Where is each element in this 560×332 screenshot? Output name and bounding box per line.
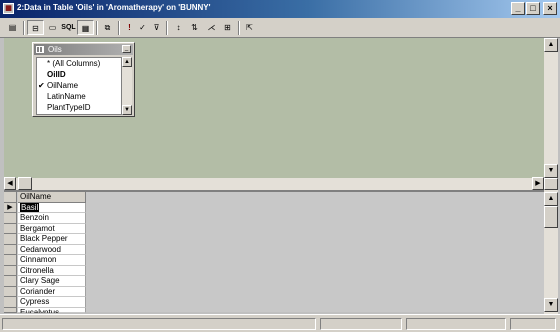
column-label: PlantTypeID <box>47 103 91 112</box>
table-row[interactable]: Black Pepper <box>4 234 86 245</box>
table-row[interactable]: Cypress <box>4 297 86 308</box>
toolbar-separator <box>166 21 168 35</box>
toolbar-separator <box>118 21 120 35</box>
table-row[interactable]: Bergamot <box>4 223 86 234</box>
show-sql-pane-button[interactable]: SQL <box>60 20 77 35</box>
row-selector[interactable] <box>4 213 17 224</box>
row-selector[interactable] <box>4 244 17 255</box>
show-results-pane-button[interactable]: ▦ <box>77 20 94 35</box>
table-row[interactable]: Benzoin <box>4 213 86 224</box>
scroll-up-icon[interactable]: ▲ <box>544 38 558 52</box>
grid-cell[interactable]: Cedarwood <box>18 244 86 255</box>
grid-cell[interactable]: Cypress <box>18 297 86 308</box>
sort-ascending-icon[interactable]: ↕ <box>170 20 187 35</box>
change-type-icon[interactable]: ⧉ <box>99 20 116 35</box>
table-row[interactable]: Coriander <box>4 286 86 297</box>
column-label: OilName <box>47 81 79 90</box>
scroll-down-icon[interactable]: ▼ <box>544 298 558 312</box>
grid-cell[interactable]: Citronella <box>18 265 86 276</box>
status-panel <box>320 318 402 330</box>
properties-icon[interactable]: ▤ <box>4 20 21 35</box>
status-panel <box>406 318 506 330</box>
row-selector[interactable] <box>4 223 17 234</box>
scroll-up-icon[interactable]: ▲ <box>544 192 558 206</box>
table-name: Oils <box>48 45 62 54</box>
grid-cell[interactable]: Bergamot <box>18 223 86 234</box>
table-row[interactable]: Cedarwood <box>4 244 86 255</box>
row-selector[interactable] <box>4 276 17 287</box>
toolbar-separator <box>96 21 98 35</box>
row-selector[interactable] <box>4 297 17 308</box>
toolbar: ▤ ⊟ ▭ SQL ▦ ⧉ ! ✓ ⊽ ↕ ⇅ ⋌ ⊞ ⇱ <box>0 18 560 38</box>
diagram-vertical-scrollbar[interactable]: ▲ ▼ <box>544 38 558 178</box>
toolbar-separator <box>23 21 25 35</box>
diagram-horizontal-scrollbar[interactable]: ◀ ▶ <box>4 177 544 190</box>
scroll-right-icon[interactable]: ▶ <box>532 177 544 190</box>
close-button[interactable]: × <box>543 2 557 15</box>
grid-cell[interactable]: Clary Sage <box>18 276 86 287</box>
grid-header-row: OilName <box>4 192 86 203</box>
column-label: LatinName <box>47 92 86 101</box>
row-selector[interactable] <box>4 307 17 313</box>
collapse-button[interactable]: _ <box>122 45 131 53</box>
table-window-title[interactable]: Oils _ <box>34 44 133 55</box>
scroll-left-icon[interactable]: ◀ <box>4 177 16 190</box>
results-grid[interactable]: OilName ▶ Basil Benzoin Bergamot Black P… <box>4 190 544 313</box>
table-row[interactable]: ▶ Basil <box>4 202 86 213</box>
column-label: OilID <box>47 70 66 79</box>
show-diagram-pane-button[interactable]: ⊟ <box>27 20 44 35</box>
filter-icon[interactable]: ⋌ <box>203 20 220 35</box>
row-selector[interactable] <box>4 255 17 266</box>
table-row[interactable]: Cinnamon <box>4 255 86 266</box>
column-item[interactable]: PlantTypeID <box>37 102 121 113</box>
maximize-button[interactable]: □ <box>526 2 540 15</box>
scroll-up-icon[interactable]: ▲ <box>122 57 132 67</box>
remove-filter-icon[interactable]: ⊽ <box>148 20 165 35</box>
sort-descending-icon[interactable]: ⇅ <box>186 20 203 35</box>
grid-cell[interactable]: Cinnamon <box>18 255 86 266</box>
add-table-icon[interactable]: ⇱ <box>241 20 258 35</box>
window-title: 2:Data in Table 'Oils' in 'Aromatherapy'… <box>17 3 211 12</box>
checkmark-icon[interactable]: ✔ <box>38 80 45 91</box>
grid-cell[interactable]: Basil <box>18 202 86 213</box>
current-row-indicator-icon[interactable]: ▶ <box>4 202 17 213</box>
table-row[interactable]: Citronella <box>4 265 86 276</box>
grid-vertical-scrollbar[interactable]: ▲ ▼ <box>544 190 558 314</box>
minimize-button[interactable]: _ <box>511 2 525 15</box>
scroll-down-icon[interactable]: ▼ <box>544 164 558 178</box>
grid-cell[interactable]: Black Pepper <box>18 234 86 245</box>
group-by-icon[interactable]: ⊞ <box>219 20 236 35</box>
title-bar: ▦ 2:Data in Table 'Oils' in 'Aromatherap… <box>0 0 560 18</box>
column-list: * (All Columns) OilID ✔ OilName LatinNam… <box>36 57 122 115</box>
column-item[interactable]: * (All Columns) <box>37 58 121 69</box>
column-item[interactable]: ✔ OilName <box>37 80 121 91</box>
toolbar-separator <box>238 21 240 35</box>
status-panel <box>2 318 316 330</box>
scroll-down-icon[interactable]: ▼ <box>122 105 132 115</box>
column-list-scrollbar[interactable]: ▲ ▼ <box>122 57 132 115</box>
table-row[interactable]: Clary Sage <box>4 276 86 287</box>
table-icon <box>36 46 44 53</box>
row-selector[interactable] <box>4 265 17 276</box>
query-designer-icon[interactable]: ▦ <box>3 3 14 14</box>
grid-cell[interactable]: Eucalyptus <box>18 307 86 313</box>
column-item[interactable]: OilID <box>37 69 121 80</box>
row-selector[interactable] <box>4 234 17 245</box>
grid-cell[interactable]: Coriander <box>18 286 86 297</box>
header-corner[interactable] <box>4 192 17 203</box>
column-item[interactable]: LatinName <box>37 91 121 102</box>
column-header[interactable]: OilName <box>18 192 86 203</box>
status-panel <box>510 318 556 330</box>
status-bar <box>0 314 560 332</box>
cell-text: Basil <box>20 202 40 212</box>
grid-cell[interactable]: Benzoin <box>18 213 86 224</box>
scroll-thumb[interactable] <box>544 206 558 228</box>
show-grid-pane-button[interactable]: ▭ <box>44 20 61 35</box>
table-row[interactable]: Eucalyptus <box>4 307 86 313</box>
scroll-thumb[interactable] <box>18 177 32 190</box>
column-label: * (All Columns) <box>47 59 101 68</box>
scroll-corner <box>544 178 558 190</box>
oils-table-window[interactable]: Oils _ * (All Columns) OilID ✔ OilName L… <box>32 42 135 117</box>
row-selector[interactable] <box>4 286 17 297</box>
